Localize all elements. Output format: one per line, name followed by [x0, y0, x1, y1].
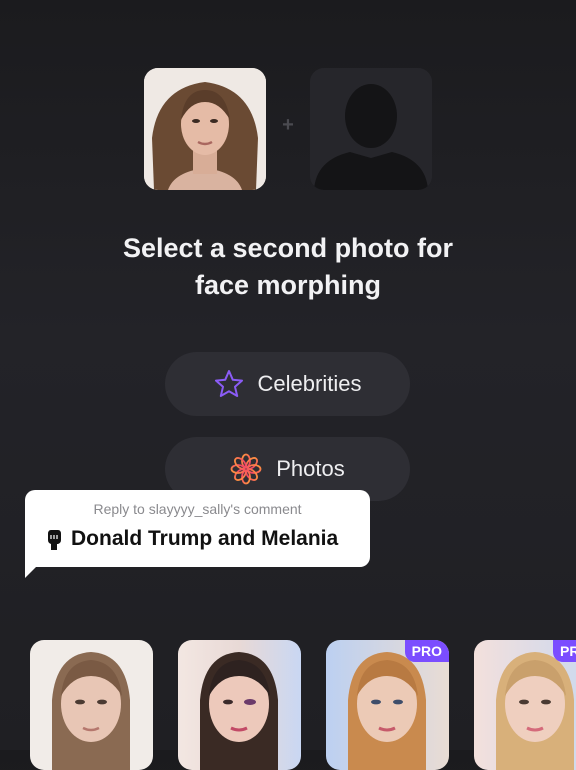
filter-card[interactable]	[30, 640, 153, 770]
plus-sign: +	[282, 114, 294, 136]
filter-card[interactable]	[178, 640, 301, 770]
flower-icon	[230, 453, 262, 485]
face-thumbnail	[52, 652, 130, 770]
pro-badge: PRO	[553, 640, 576, 662]
photos-label: Photos	[276, 456, 345, 481]
selected-photo-1[interactable]	[144, 68, 266, 190]
star-icon	[214, 370, 243, 397]
portrait-image	[144, 68, 266, 190]
pro-badge: PRO	[404, 640, 449, 662]
page-title: Select a second photo for face morphing	[0, 230, 576, 304]
reply-comment-bubble[interactable]: Reply to slayyyy_sally's comment Donald …	[25, 490, 370, 567]
empty-photo-slot[interactable]	[310, 68, 432, 190]
filter-card[interactable]: PRO	[474, 640, 576, 770]
title-line-2: face morphing	[194, 270, 382, 300]
reply-text: Donald Trump and Melania	[71, 527, 339, 550]
celebrities-button[interactable]: Celebrities	[165, 352, 410, 416]
celebrities-label: Celebrities	[257, 371, 362, 396]
filter-card[interactable]: PRO	[326, 640, 449, 770]
title-line-1: Select a second photo for	[122, 233, 454, 263]
reply-to-label: Reply to slayyyy_sally's comment	[93, 501, 302, 517]
face-thumbnail	[200, 652, 278, 770]
reply-text-row: Donald Trump and Melania	[45, 527, 338, 551]
person-silhouette-icon	[310, 68, 432, 190]
fist-icon	[48, 530, 61, 550]
